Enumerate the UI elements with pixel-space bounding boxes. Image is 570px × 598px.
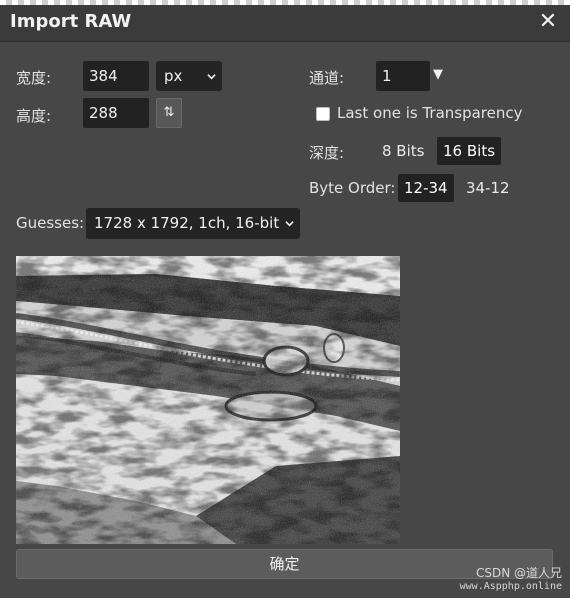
- width-input[interactable]: 384: [83, 61, 149, 91]
- swap-arrows-icon: ⇅: [163, 105, 175, 120]
- guesses-select[interactable]: 1728 x 1792, 1ch, 16-bit: [86, 208, 300, 239]
- raw-preview-graphic: [16, 256, 400, 544]
- chevron-down-icon: [285, 221, 294, 227]
- byte-order-option-3412[interactable]: 34-12: [460, 174, 516, 202]
- watermark: CSDN @道人兄 www.Aspphp.online: [460, 566, 562, 594]
- byte-order-option-1234[interactable]: 12-34: [398, 174, 454, 202]
- height-label: 高度:: [16, 107, 52, 125]
- unit-select[interactable]: px: [156, 61, 222, 91]
- unit-select-value: px: [164, 67, 183, 85]
- height-input[interactable]: 288: [83, 98, 149, 128]
- swap-dimensions-button[interactable]: ⇅: [156, 98, 182, 128]
- transparency-label: Last one is Transparency: [337, 104, 523, 122]
- triangle-down-icon[interactable]: ▼: [433, 67, 443, 82]
- byte-order-label: Byte Order:: [309, 179, 396, 197]
- dialog-titlebar: Import RAW ✕: [0, 5, 570, 42]
- chevron-down-icon: [207, 74, 216, 80]
- channel-label: 通道:: [309, 69, 345, 87]
- depth-option-8bits[interactable]: 8 Bits: [376, 137, 430, 165]
- channel-input[interactable]: 1: [376, 61, 430, 91]
- raw-preview-image: [16, 256, 400, 544]
- guesses-select-value: 1728 x 1792, 1ch, 16-bit: [94, 214, 280, 232]
- width-label: 宽度:: [16, 69, 52, 87]
- guesses-label: Guesses:: [16, 214, 85, 232]
- watermark-line-1: CSDN @道人兄: [475, 566, 562, 580]
- watermark-line-2: www.Aspphp.online: [459, 581, 562, 592]
- dialog-title: Import RAW: [10, 11, 132, 32]
- transparency-checkbox[interactable]: [316, 107, 330, 121]
- depth-option-16bits[interactable]: 16 Bits: [437, 137, 502, 165]
- depth-label: 深度:: [309, 144, 345, 162]
- close-icon[interactable]: ✕: [536, 9, 560, 35]
